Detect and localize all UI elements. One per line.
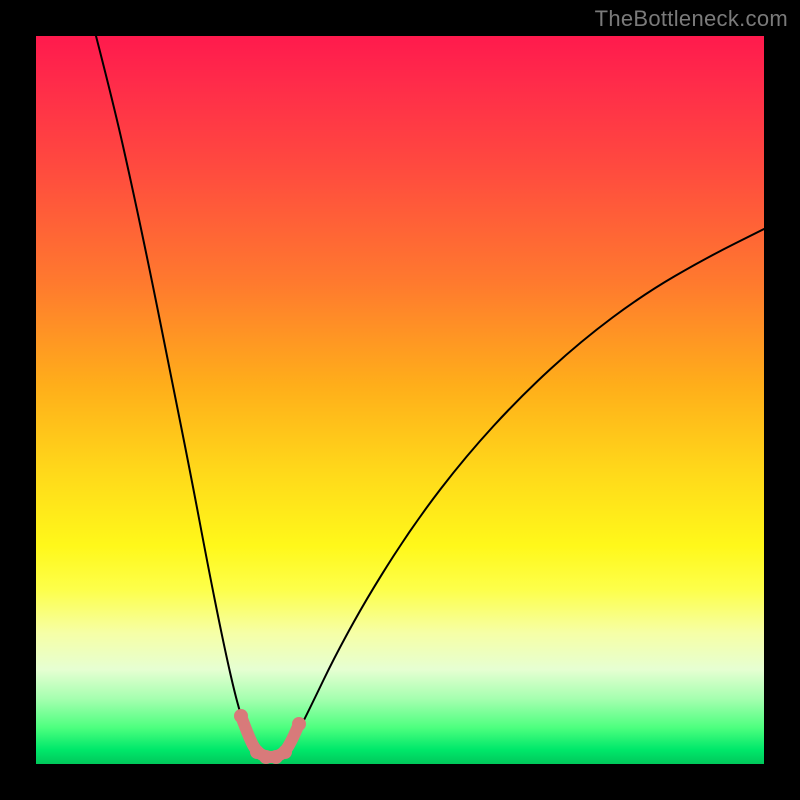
valley-marker	[234, 709, 248, 723]
chart-stage: TheBottleneck.com	[0, 0, 800, 800]
left-branch-curve	[96, 36, 255, 748]
watermark-text: TheBottleneck.com	[595, 6, 788, 32]
right-branch-curve	[287, 229, 764, 748]
valley-marker	[278, 745, 292, 759]
chart-svg	[36, 36, 764, 764]
plot-area	[36, 36, 764, 764]
valley-marker	[292, 717, 306, 731]
